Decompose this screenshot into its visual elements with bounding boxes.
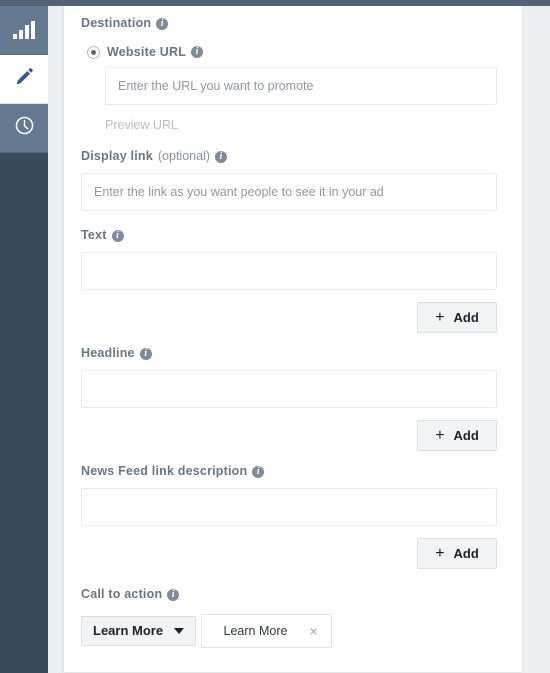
bar-chart-icon [13,21,35,39]
website-url-input[interactable] [105,67,497,105]
info-icon[interactable]: i [191,46,204,58]
display-link-optional: (optional) [157,149,210,163]
news-feed-add-row: + Add [81,538,497,569]
destination-label: Destination i [81,15,497,32]
news-feed-link-description-field: News Feed link description i [81,463,497,526]
preview-url-link[interactable]: Preview URL [81,118,497,132]
radio-dot [91,49,96,55]
chevron-down-icon [174,627,185,634]
close-icon[interactable]: × [309,624,317,638]
text-label: Text i [81,227,497,244]
news-feed-link-description-input[interactable] [81,488,497,526]
add-headline-button[interactable]: + Add [417,420,497,451]
website-url-label: Website URL i [107,45,204,59]
website-url-radio[interactable] [87,45,100,59]
news-feed-link-description-label-text: News Feed link description [81,464,248,478]
add-text-label: Add [453,310,479,325]
call-to-action-field: Call to action i Learn More Learn More × [81,586,497,648]
left-gutter [48,6,63,673]
left-icon-rail [0,6,48,673]
info-icon[interactable]: i [167,588,180,601]
text-label-text: Text [81,228,107,242]
clock-icon [14,115,35,141]
rail-filler [0,153,48,673]
text-field: Text i [81,227,497,290]
info-icon[interactable]: i [252,465,265,478]
headline-label: Headline i [81,345,497,362]
plus-icon: + [435,544,445,562]
panel-wrapper: Destination i Website URL i Preview URL [63,6,525,673]
app-window: Destination i Website URL i Preview URL [0,0,550,673]
call-to-action-label-text: Call to action [81,587,163,601]
info-icon[interactable]: i [139,347,152,360]
headline-field: Headline i [81,345,497,408]
right-gutter [525,6,550,673]
headline-label-text: Headline [81,346,135,360]
sidebar-item-insights[interactable] [0,6,48,55]
call-to-action-dropdown[interactable]: Learn More [81,615,197,646]
headline-input[interactable] [81,370,497,408]
call-to-action-selected: Learn More [93,623,164,638]
text-input[interactable] [81,252,497,290]
info-icon[interactable]: i [156,17,169,30]
display-link-input[interactable] [81,173,497,211]
add-news-feed-description-label: Add [453,546,479,561]
plus-icon: + [435,426,445,444]
headline-add-row: + Add [81,420,497,451]
call-to-action-label: Call to action i [81,586,497,603]
sidebar-item-history[interactable] [0,104,48,153]
info-icon[interactable]: i [111,229,124,242]
text-add-row: + Add [81,302,497,333]
display-link-label-text: Display link [81,149,153,163]
info-icon[interactable]: i [215,150,227,163]
plus-icon: + [435,308,445,326]
sidebar-item-edit[interactable] [0,55,48,104]
news-feed-link-description-label: News Feed link description i [81,463,497,480]
destination-label-text: Destination [81,16,152,30]
website-url-input-wrap [81,67,497,105]
ad-creative-panel: Destination i Website URL i Preview URL [63,6,523,673]
app-body: Destination i Website URL i Preview URL [0,6,550,673]
add-headline-label: Add [453,428,479,443]
display-link-field: Display link (optional) i [81,148,497,211]
add-news-feed-description-button[interactable]: + Add [417,538,497,569]
call-to-action-token-label: Learn More [223,624,288,638]
call-to-action-token: Learn More × [200,614,332,648]
pencil-icon [13,66,35,93]
display-link-label: Display link (optional) i [81,148,497,165]
website-url-label-text: Website URL [107,45,187,59]
website-url-radio-row[interactable]: Website URL i [81,45,497,59]
add-text-button[interactable]: + Add [417,302,497,333]
